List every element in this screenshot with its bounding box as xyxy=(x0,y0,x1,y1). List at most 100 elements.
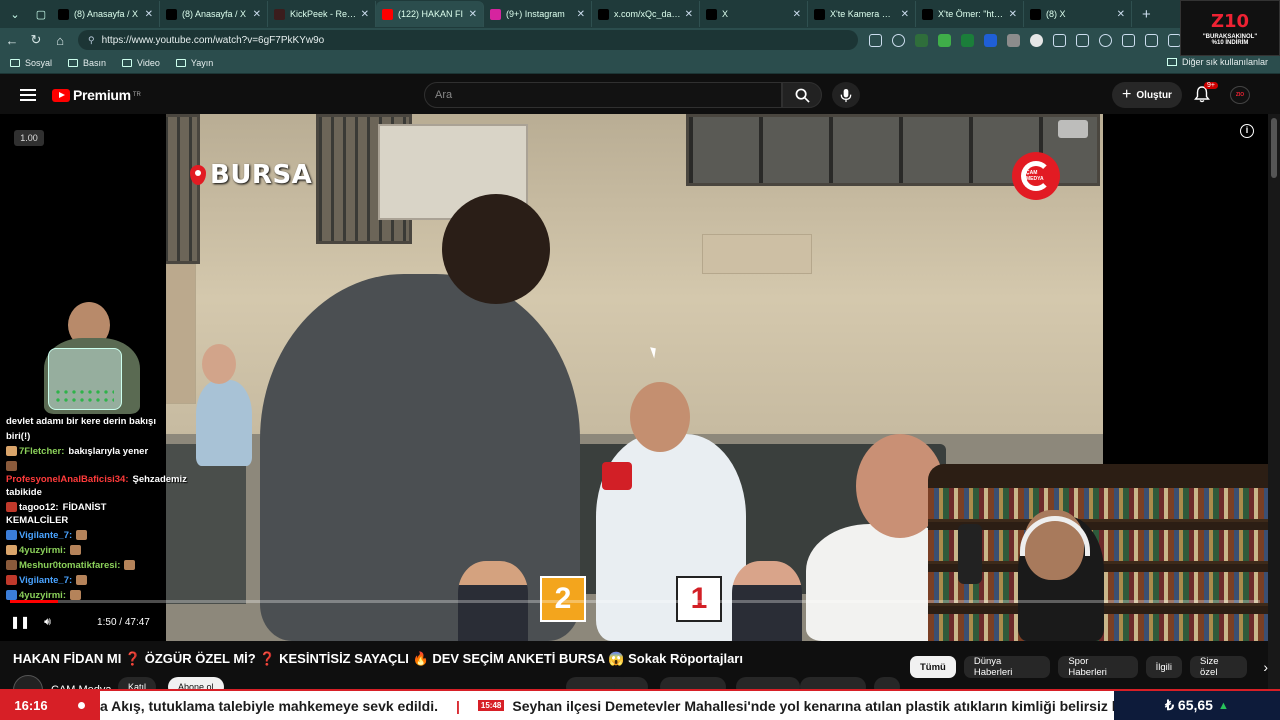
folder-icon xyxy=(68,58,79,67)
chevron-right-icon[interactable]: › xyxy=(1263,659,1268,675)
close-tab-icon[interactable]: ✕ xyxy=(469,9,477,20)
chat-username[interactable]: Vigilante_7: xyxy=(19,530,72,541)
reader-icon[interactable] xyxy=(869,33,882,47)
streamer-webcam xyxy=(928,464,1268,641)
folder-icon xyxy=(10,58,20,67)
back-icon[interactable]: ← xyxy=(0,33,24,48)
bookmark-folder-basin[interactable]: Basın xyxy=(68,58,106,68)
voice-search-button[interactable] xyxy=(832,82,860,108)
browser-essentials-icon[interactable] xyxy=(1145,33,1158,47)
home-icon[interactable]: ⌂ xyxy=(48,33,72,48)
extension-icon[interactable] xyxy=(984,33,997,47)
url-text: https://www.youtube.com/watch?v=6gF7PkKY… xyxy=(101,34,325,46)
pause-icon[interactable]: ❚❚ xyxy=(10,615,30,629)
tab-actions-icon[interactable]: ▢ xyxy=(30,3,52,25)
notifications-button[interactable]: 9+ xyxy=(1194,82,1218,104)
close-tab-icon[interactable]: ✕ xyxy=(1009,9,1017,20)
reload-icon[interactable]: ↻ xyxy=(24,32,48,48)
collections-icon[interactable] xyxy=(1122,33,1135,47)
x-logo-icon xyxy=(706,8,717,20)
info-icon[interactable]: i xyxy=(1240,124,1254,138)
bookmark-folder-video[interactable]: Video xyxy=(122,58,160,68)
bookmark-folder-sosyal[interactable]: Sosyal xyxy=(10,58,52,68)
other-bookmarks[interactable]: Diğer sık kullanılanlar xyxy=(1166,57,1268,67)
browser-tab[interactable]: X ✕ xyxy=(700,1,808,27)
browser-tab[interactable]: (9+) Instagram ✕ xyxy=(484,1,592,27)
bookmarks-bar: Sosyal Basın Video Yayın Diğer sık kulla… xyxy=(0,52,1280,74)
account-avatar[interactable]: ZIO xyxy=(1230,86,1250,104)
chat-username[interactable]: Vigilante_7: xyxy=(19,575,72,586)
menu-icon[interactable] xyxy=(20,89,36,101)
extensions-puzzle-icon[interactable] xyxy=(1053,33,1066,47)
browser-tab[interactable]: (8) Anasayfa / X ✕ xyxy=(52,1,160,27)
browser-tab[interactable]: X'te Kamera Kaydı C ✕ xyxy=(808,1,916,27)
address-bar-row: ← ↻ ⌂ ⚲ https://www.youtube.com/watch?v=… xyxy=(0,28,1280,52)
close-tab-icon[interactable]: ✕ xyxy=(145,9,153,20)
video-title: HAKAN FİDAN MI ❓ ÖZGÜR ÖZEL Mİ? ❓ KESİNT… xyxy=(13,651,743,666)
site-info-icon[interactable]: ⚲ xyxy=(88,35,95,46)
video-player[interactable]: 1.00 i BURSA ÇAM MEDYA 2 1 devlet adamı … xyxy=(0,114,1268,641)
browser-tab[interactable]: X'te Ömer: "https:// ✕ xyxy=(916,1,1024,27)
volume-icon[interactable]: 🔊︎ xyxy=(44,616,51,629)
folder-icon xyxy=(175,58,186,67)
create-button[interactable]: + Oluştur xyxy=(1112,82,1182,108)
youtube-premium-logo[interactable]: Premium TR xyxy=(52,87,141,103)
bench xyxy=(166,444,246,604)
chip-for-you[interactable]: Size özel xyxy=(1190,656,1248,678)
search-input[interactable]: Ara xyxy=(424,82,782,108)
chat-badge-icon xyxy=(6,575,17,586)
extension-icon[interactable] xyxy=(938,33,951,47)
close-tab-icon[interactable]: ✕ xyxy=(361,9,369,20)
chat-username[interactable]: 4yuzyirmi: xyxy=(19,545,66,556)
chip-related[interactable]: İlgili xyxy=(1145,656,1182,678)
chat-username[interactable]: tagoo12: xyxy=(19,502,59,513)
chat-message: Vigilante_7: xyxy=(0,573,166,588)
new-tab-icon[interactable]: + xyxy=(1142,6,1151,23)
chat-username[interactable]: Meshur0tomatikfaresi: xyxy=(19,560,120,571)
chat-message: 4yuzyirmi: xyxy=(0,543,166,558)
favorites-icon[interactable] xyxy=(1099,33,1112,47)
close-tab-icon[interactable]: ✕ xyxy=(1117,9,1125,20)
browser-tab[interactable]: (122) HAKAN FI ✕ xyxy=(376,1,484,27)
close-tab-icon[interactable]: ✕ xyxy=(253,9,261,20)
close-tab-icon[interactable]: ✕ xyxy=(577,9,585,20)
chat-badge-icon xyxy=(6,461,17,472)
search-button[interactable] xyxy=(782,82,822,108)
extension-icon[interactable] xyxy=(1007,33,1020,47)
chip-world-news[interactable]: Dünya Haberleri xyxy=(963,656,1051,678)
vote-counter-left: 2 xyxy=(540,576,586,622)
tab-title: X'te Kamera Kaydı C xyxy=(830,9,897,19)
video-progress-bar[interactable] xyxy=(10,600,1260,603)
page-scrollbar[interactable] xyxy=(1268,114,1280,691)
youtube-header: Premium TR Ara + Oluştur 9+ ZIO xyxy=(0,76,1280,114)
vote-counter-right: 1 xyxy=(676,576,722,622)
close-tab-icon[interactable]: ✕ xyxy=(793,9,801,20)
extension-icon[interactable] xyxy=(1030,33,1043,47)
folder-icon xyxy=(122,58,133,67)
browser-tab[interactable]: (8) Anasayfa / X ✕ xyxy=(160,1,268,27)
tab-list-chevron-icon[interactable]: ⌄ xyxy=(4,3,26,25)
bookmark-folder-yayin[interactable]: Yayın xyxy=(175,58,213,68)
currency-value: ₺ 65,65 xyxy=(1165,697,1213,713)
chip-sports-news[interactable]: Spor Haberleri xyxy=(1058,656,1138,678)
extension-icon[interactable] xyxy=(915,33,928,47)
favorite-star-icon[interactable] xyxy=(892,33,905,47)
instagram-icon xyxy=(490,8,501,20)
chat-username[interactable]: 7Fletcher: xyxy=(19,446,64,457)
microphone-icon xyxy=(840,88,852,102)
split-screen-icon[interactable] xyxy=(1076,33,1089,47)
close-tab-icon[interactable]: ✕ xyxy=(901,9,909,20)
url-bar[interactable]: ⚲ https://www.youtube.com/watch?v=6gF7Pk… xyxy=(78,30,858,50)
browser-tab[interactable]: x.com/xQc_dailyy/st ✕ xyxy=(592,1,700,27)
chip-all[interactable]: Tümü xyxy=(910,656,956,678)
watermark-icon xyxy=(1058,120,1088,138)
sponsor-promo-badge: Z10 "BURAKSAKINOL" %10 İNDİRİM xyxy=(1180,0,1280,56)
chat-username[interactable]: ProfesyonelAnalBaficisi34: xyxy=(6,474,129,485)
chat-message: tagoo12: FİDANİST KEMALCİLER xyxy=(0,500,166,528)
browser-tab[interactable]: KickPeek - Real-tim ✕ xyxy=(268,1,376,27)
close-tab-icon[interactable]: ✕ xyxy=(685,9,693,20)
chat-emote-icon xyxy=(76,575,88,586)
scrollbar-thumb[interactable] xyxy=(1271,118,1277,178)
extension-icon[interactable] xyxy=(961,33,974,47)
browser-tab[interactable]: (8) X ✕ xyxy=(1024,1,1132,27)
